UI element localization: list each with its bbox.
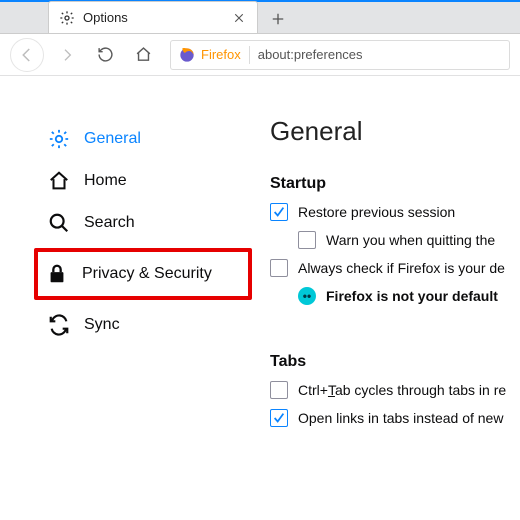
option-open-links-tabs[interactable]: Open links in tabs instead of new (270, 409, 520, 427)
urlbar-separator (249, 46, 250, 64)
firefox-brand-label: Firefox (201, 47, 241, 62)
close-icon[interactable] (231, 10, 247, 26)
sidebar-item-label: Search (84, 214, 135, 232)
sidebar-item-search[interactable]: Search (44, 206, 242, 240)
option-label: Open links in tabs instead of new (298, 410, 503, 426)
sidebar-item-general[interactable]: General (44, 122, 242, 156)
option-warn-quit[interactable]: Warn you when quitting the (298, 231, 520, 249)
checkbox-checked-icon[interactable] (270, 409, 288, 427)
back-button[interactable] (10, 38, 44, 72)
sidebar-item-privacy-security[interactable]: Privacy & Security (34, 248, 252, 300)
gear-icon (48, 128, 70, 150)
home-icon (48, 170, 70, 192)
sidebar-item-sync[interactable]: Sync (44, 308, 242, 342)
option-ctrl-tab[interactable]: Ctrl+Tab cycles through tabs in re (270, 381, 520, 399)
checkbox-icon[interactable] (298, 231, 316, 249)
toolbar: Firefox about:preferences (0, 34, 520, 76)
section-startup-title: Startup (270, 175, 520, 193)
content: General Home Search Privacy & Security (0, 76, 520, 520)
url-text: about:preferences (258, 47, 363, 62)
option-label: Ctrl+Tab cycles through tabs in re (298, 382, 506, 398)
gear-icon (59, 10, 75, 26)
option-restore-session[interactable]: Restore previous session (270, 203, 520, 221)
sidebar: General Home Search Privacy & Security (0, 76, 260, 520)
main-panel: General Startup Restore previous session… (260, 76, 520, 520)
option-label: Always check if Firefox is your de (298, 260, 505, 276)
tabstrip: Options (0, 0, 520, 34)
info-icon: •• (298, 287, 316, 305)
section-tabs-title: Tabs (270, 353, 520, 371)
option-always-check-default[interactable]: Always check if Firefox is your de (270, 259, 520, 277)
sidebar-item-label: General (84, 130, 141, 148)
default-browser-status: •• Firefox is not your default (298, 287, 520, 305)
status-label: Firefox is not your default (326, 288, 498, 304)
url-bar[interactable]: Firefox about:preferences (170, 40, 510, 70)
tab-title: Options (83, 10, 231, 25)
sidebar-item-home[interactable]: Home (44, 164, 242, 198)
sidebar-item-label: Sync (84, 316, 120, 334)
forward-button[interactable] (52, 40, 82, 70)
reload-button[interactable] (90, 40, 120, 70)
new-tab-button[interactable] (264, 5, 292, 33)
firefox-icon (179, 47, 195, 63)
option-label: Restore previous session (298, 204, 455, 220)
checkbox-icon[interactable] (270, 381, 288, 399)
sync-icon (48, 314, 70, 336)
sidebar-item-label: Home (84, 172, 127, 190)
home-button[interactable] (128, 40, 158, 70)
checkbox-checked-icon[interactable] (270, 203, 288, 221)
page-heading: General (270, 116, 520, 147)
lock-icon (46, 263, 68, 285)
browser-tab-options[interactable]: Options (48, 1, 258, 33)
option-label: Warn you when quitting the (326, 232, 495, 248)
sidebar-item-label: Privacy & Security (82, 265, 212, 283)
firefox-identity: Firefox (179, 47, 241, 63)
search-icon (48, 212, 70, 234)
checkbox-icon[interactable] (270, 259, 288, 277)
